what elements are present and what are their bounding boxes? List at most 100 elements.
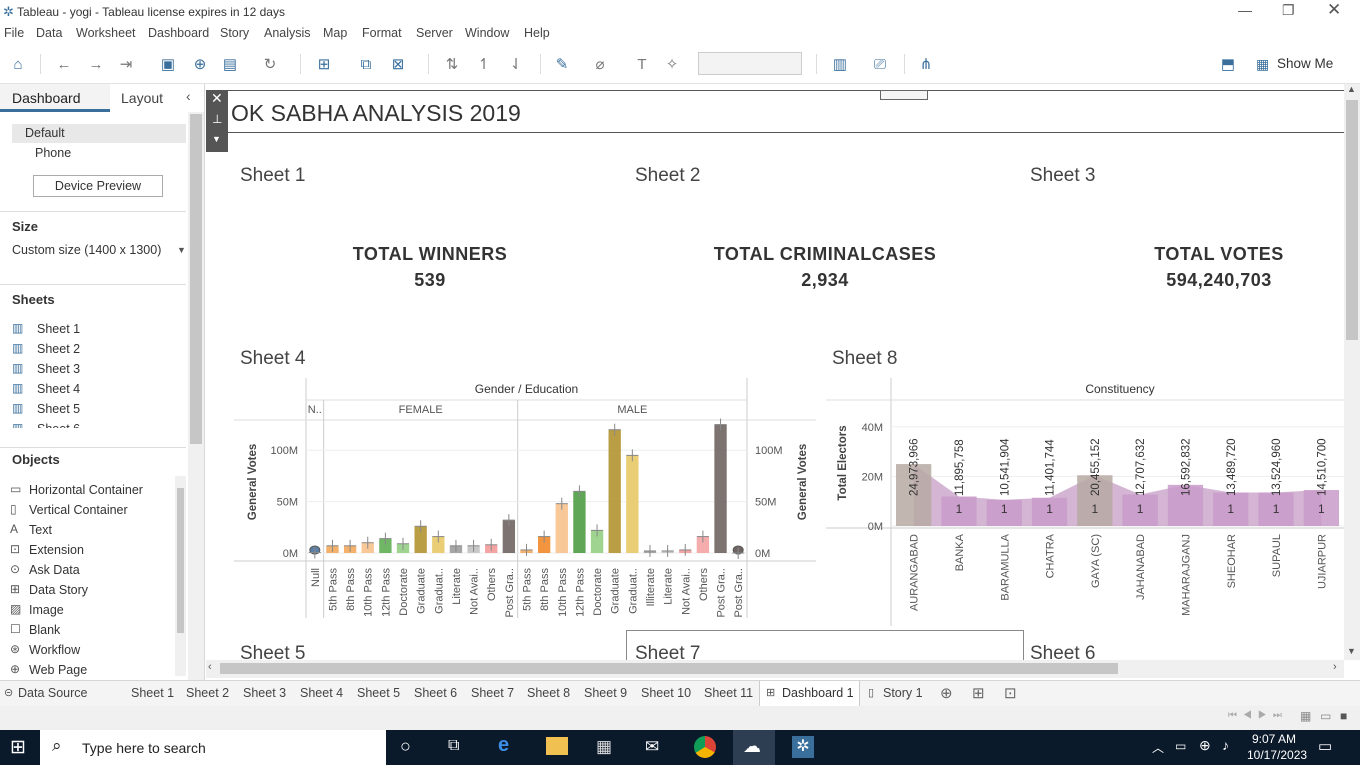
- object-item[interactable]: ▨ Image: [10, 601, 175, 621]
- file-explorer-icon[interactable]: [546, 737, 568, 755]
- new-dashboard-icon[interactable]: ⊞: [972, 684, 985, 702]
- task-view-icon[interactable]: ⧉: [448, 737, 459, 755]
- object-item[interactable]: ⊡ Extension: [10, 541, 175, 561]
- object-item[interactable]: ⊛ Workflow: [10, 641, 175, 661]
- tab-sheet-9[interactable]: Sheet 9: [584, 686, 627, 700]
- menu-dashboard[interactable]: Dashboard: [148, 26, 209, 40]
- home-icon[interactable]: ⌂: [8, 54, 28, 74]
- pin-icon[interactable]: ✧: [662, 54, 682, 74]
- show-me-button[interactable]: Show Me: [1277, 56, 1333, 71]
- canvas-vertical-scrollbar[interactable]: ▲ ▼: [1344, 84, 1360, 660]
- new-sheet-icon[interactable]: ⊞: [314, 54, 334, 74]
- undo-icon[interactable]: ←: [54, 54, 74, 74]
- close-icon[interactable]: ✕: [1327, 0, 1341, 20]
- object-item[interactable]: ▯ Vertical Container: [10, 501, 175, 521]
- ask-icon[interactable]: ⬒: [1218, 54, 1238, 74]
- clear-icon[interactable]: ⊠: [388, 54, 408, 74]
- mail-icon[interactable]: ✉: [645, 737, 659, 757]
- pause-updates-icon[interactable]: ▤: [220, 54, 240, 74]
- tab-sheet-5[interactable]: Sheet 5: [357, 686, 400, 700]
- device-phone[interactable]: Phone: [35, 146, 71, 160]
- tab-data-source[interactable]: Data Source: [18, 686, 87, 700]
- tab-sheet-6[interactable]: Sheet 6: [414, 686, 457, 700]
- tab-sheet-7[interactable]: Sheet 7: [471, 686, 514, 700]
- menu-data[interactable]: Data: [36, 26, 62, 40]
- sheet-list-item[interactable]: ▥ Sheet 4: [12, 380, 182, 400]
- sheet-list-item[interactable]: ▥ Sheet 3: [12, 360, 182, 380]
- menu-worksheet[interactable]: Worksheet: [76, 26, 136, 40]
- tab-sheet-10[interactable]: Sheet 10: [641, 686, 691, 700]
- sort-desc-icon[interactable]: ⇃: [506, 54, 526, 74]
- menu-window[interactable]: Window: [465, 26, 509, 40]
- more-options-icon[interactable]: ▼: [212, 134, 221, 144]
- education-votes-chart[interactable]: Gender / Education N.. FEMALE MALE 0M 0M 50M 50…: [234, 378, 824, 628]
- object-item[interactable]: ☐ Blank: [10, 621, 175, 641]
- photos-icon[interactable]: ☁: [743, 736, 761, 757]
- cortana-icon[interactable]: ○: [400, 736, 411, 757]
- tab-sheet-2[interactable]: Sheet 2: [186, 686, 229, 700]
- chrome-icon[interactable]: [694, 736, 716, 758]
- new-story-icon[interactable]: ⊡: [1004, 684, 1017, 702]
- presentation-icon[interactable]: ⎚: [870, 54, 890, 74]
- refresh-icon[interactable]: ↻: [260, 54, 280, 74]
- object-item[interactable]: A Text: [10, 521, 175, 541]
- battery-icon[interactable]: ▭: [1175, 739, 1186, 753]
- drag-handle[interactable]: [880, 90, 928, 100]
- group-icon[interactable]: ⌀: [590, 54, 610, 74]
- sheet-list-item[interactable]: ▥ Sheet 6: [12, 420, 182, 428]
- left-scrollbar[interactable]: [188, 112, 204, 680]
- share-icon[interactable]: ⋔: [916, 54, 936, 74]
- tableau-taskbar-icon[interactable]: ✲: [792, 736, 814, 758]
- sheet-list-item[interactable]: ▥ Sheet 2: [12, 340, 182, 360]
- tab-sheet-1[interactable]: Sheet 1: [131, 686, 174, 700]
- fit-dropdown[interactable]: [698, 52, 802, 75]
- sheet-list-item[interactable]: ▥ Sheet 5: [12, 400, 182, 420]
- collapse-icon[interactable]: ‹: [186, 88, 191, 104]
- view-tabs-icon[interactable]: ■: [1340, 709, 1347, 723]
- duplicate-icon[interactable]: ⧉: [356, 54, 376, 74]
- tab-sheet-4[interactable]: Sheet 4: [300, 686, 343, 700]
- menu-help[interactable]: Help: [524, 26, 550, 40]
- replay-icon[interactable]: ⇥: [116, 54, 136, 74]
- object-item[interactable]: ⊕ Web Page: [10, 661, 175, 677]
- view-filmstrip-icon[interactable]: ▭: [1320, 709, 1331, 723]
- tray-chevron-icon[interactable]: ︿: [1152, 739, 1164, 756]
- pin-container-icon[interactable]: ⊥: [212, 112, 222, 126]
- remove-icon[interactable]: ✕: [211, 90, 223, 107]
- tab-sheet-3[interactable]: Sheet 3: [243, 686, 286, 700]
- canvas-horizontal-scrollbar[interactable]: ‹ ›: [206, 660, 1344, 678]
- menu-story[interactable]: Story: [220, 26, 249, 40]
- device-preview-button[interactable]: Device Preview: [33, 175, 163, 197]
- store-icon[interactable]: ▦: [596, 737, 612, 757]
- restore-icon[interactable]: ❐: [1282, 2, 1295, 19]
- tab-story-1[interactable]: Story 1: [883, 686, 923, 700]
- new-worksheet-icon[interactable]: ⊕: [940, 684, 953, 702]
- volume-icon[interactable]: ♪: [1222, 737, 1229, 753]
- tab-sheet-11[interactable]: Sheet 11: [704, 686, 753, 700]
- size-dropdown-arrow-icon[interactable]: ▼: [177, 245, 186, 255]
- edge-icon[interactable]: e: [498, 734, 509, 757]
- object-item[interactable]: ▭ Horizontal Container: [10, 481, 175, 501]
- menu-server[interactable]: Server: [416, 26, 453, 40]
- windows-start-icon[interactable]: ⊞: [10, 736, 26, 759]
- menu-analysis[interactable]: Analysis: [264, 26, 311, 40]
- clock-time[interactable]: 9:07 AM: [1252, 732, 1296, 746]
- label-icon[interactable]: T: [632, 54, 652, 74]
- constituency-electors-chart[interactable]: Constituency 0M 20M 40M Total Electors 24,973…: [826, 378, 1344, 628]
- sort-asc-icon[interactable]: ↿: [474, 54, 494, 74]
- menu-map[interactable]: Map: [323, 26, 347, 40]
- new-datasource-icon[interactable]: ⊕: [190, 54, 210, 74]
- sheet-navigation-icons[interactable]: ⏮◀▶⏭: [1228, 710, 1288, 721]
- view-grid-icon[interactable]: ▦: [1300, 709, 1311, 723]
- tab-sheet-8[interactable]: Sheet 8: [527, 686, 570, 700]
- minimize-icon[interactable]: —: [1238, 2, 1252, 18]
- menu-format[interactable]: Format: [362, 26, 402, 40]
- show-cards-icon[interactable]: ▥: [830, 54, 850, 74]
- clock-date[interactable]: 10/17/2023: [1247, 748, 1307, 762]
- objects-scrollbar[interactable]: [175, 476, 186, 676]
- object-item[interactable]: ⊞ Data Story: [10, 581, 175, 601]
- save-icon[interactable]: ▣: [158, 54, 178, 74]
- network-icon[interactable]: ⊕: [1199, 737, 1211, 754]
- redo-icon[interactable]: →: [86, 54, 106, 74]
- object-item[interactable]: ⊙ Ask Data: [10, 561, 175, 581]
